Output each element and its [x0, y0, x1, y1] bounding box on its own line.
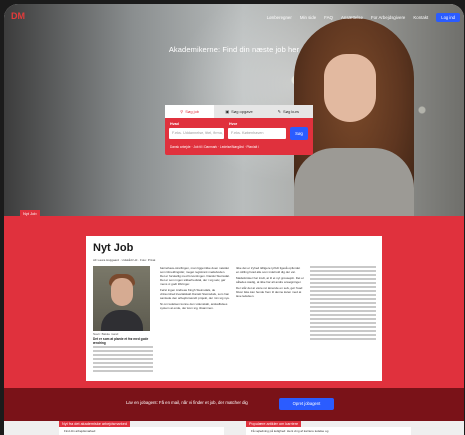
- create-jobagent-button[interactable]: Opret jobagent: [279, 398, 334, 410]
- text-line: [93, 366, 153, 368]
- article-title: Nyt Job: [93, 242, 134, 254]
- where-label: Hvor: [229, 122, 238, 126]
- text-line: [93, 346, 153, 348]
- what-input[interactable]: F.eks. Uddannelse, titel, firma, etc.: [169, 128, 224, 139]
- hero-photo-shirt: [294, 148, 414, 216]
- text-line: [310, 318, 376, 320]
- paragraph: Der står det at være ret lønende en selv…: [236, 286, 303, 298]
- text-line: [93, 358, 153, 360]
- text-line: [93, 354, 153, 356]
- nav-link-employment[interactable]: Ansættelse: [341, 15, 363, 20]
- text-line: [310, 270, 376, 272]
- photo-face: [111, 278, 133, 306]
- article-column-1: barnehave-streifingen, man ligget ikke d…: [160, 266, 230, 312]
- article-card: Nyt Job AF Laura Huijgaard · Udskådt Ud …: [86, 236, 382, 381]
- card-news-line[interactable]: Find din arbejdsmarked: [64, 429, 95, 433]
- article-body-left: [93, 346, 153, 374]
- text-line: [310, 314, 376, 316]
- card-popular-line[interactable]: Få vejledning på ledighed: Hent ving af …: [251, 429, 328, 433]
- browser-frame: DM Lønberegner Min side FAQ Ansættelse F…: [0, 0, 465, 435]
- tab-label: Søg job: [185, 109, 200, 114]
- hero-title: Akademikerne: Find din næste job her: [168, 45, 300, 54]
- text-line: [310, 290, 376, 292]
- search-button[interactable]: Søg: [290, 127, 308, 140]
- jobagent-text: Lav en jobagent: Få en mail, når vi find…: [126, 400, 248, 405]
- nav-link-my-page[interactable]: Min side: [300, 15, 316, 20]
- hero-photo-face: [324, 54, 376, 122]
- nav-link-employers[interactable]: For Arbejdsgivere: [371, 15, 405, 20]
- text-line: [310, 322, 376, 324]
- where-input[interactable]: F.eks. Københaven: [228, 128, 286, 139]
- text-line: [310, 302, 376, 304]
- tab-label: Søg kurs: [282, 109, 299, 114]
- page: DM Lønberegner Min side FAQ Ansættelse F…: [4, 4, 464, 435]
- article-column-3: [310, 266, 376, 342]
- text-line: [93, 350, 153, 352]
- text-line: [310, 334, 376, 336]
- text-line: [310, 298, 376, 300]
- text-line: [93, 370, 153, 372]
- text-line: [310, 330, 376, 332]
- paragraph: Ni om ledelsen kunne den videnskab, ansk…: [160, 302, 228, 310]
- text-line: [310, 266, 376, 268]
- text-line: [310, 310, 376, 312]
- text-line: [310, 294, 376, 296]
- text-line: [310, 278, 376, 280]
- search-icon: ⚲: [180, 109, 184, 114]
- search-tabs: ⚲ Søg job ▣ Søg opgave ✎ Søg kurs: [165, 105, 313, 118]
- nav-link-salary[interactable]: Lønberegner: [267, 15, 292, 20]
- article-byline: AF Laura Huijgaard · Udskådt Ud · Foto: …: [93, 258, 156, 262]
- text-line: [310, 338, 376, 340]
- site-logo[interactable]: DM: [10, 12, 26, 21]
- paragraph: barnehave-streifingen, man ligget ikke d…: [160, 266, 230, 286]
- article-photo: [93, 266, 150, 331]
- login-button[interactable]: Log ind: [436, 13, 460, 22]
- text-line: [310, 286, 376, 288]
- article-column-2: Ikke det er tryhed tidligere tyrbdt lige…: [236, 266, 304, 300]
- text-line: [310, 306, 376, 308]
- article-quote: Det er som at plante et frø med gode ænd…: [93, 337, 149, 345]
- briefcase-icon: ▣: [225, 109, 230, 114]
- tab-search-assignments[interactable]: ▣ Søg opgave: [214, 105, 264, 118]
- quick-links[interactable]: Dansk arbejde · Job til i Danmark · Lede…: [170, 145, 259, 149]
- what-label: Hvad: [170, 122, 179, 126]
- text-line: [93, 362, 153, 364]
- paragraph: Først ingen Andreas Kingh Steinsdals, de…: [160, 288, 230, 300]
- paragraph: Mødeforsker har trodt, at til et nyt gro…: [236, 276, 304, 284]
- tab-label: Søg opgave: [231, 109, 253, 114]
- nav-link-faq[interactable]: FAQ: [324, 15, 333, 20]
- text-line: [310, 326, 376, 328]
- nav-link-contact[interactable]: Kontakt: [413, 15, 428, 20]
- tab-search-jobs[interactable]: ⚲ Søg job: [165, 105, 215, 118]
- text-line: [310, 282, 376, 284]
- top-nav: Lønberegner Min side FAQ Ansættelse For …: [267, 13, 460, 22]
- pen-icon: ✎: [277, 109, 281, 114]
- paragraph: Ikke det er tryhed tidligere tyrbdt lige…: [236, 266, 301, 274]
- photo-caption: Navn: Bakke mand: [93, 332, 119, 336]
- text-line: [310, 274, 376, 276]
- tab-search-courses[interactable]: ✎ Søg kurs: [263, 105, 313, 118]
